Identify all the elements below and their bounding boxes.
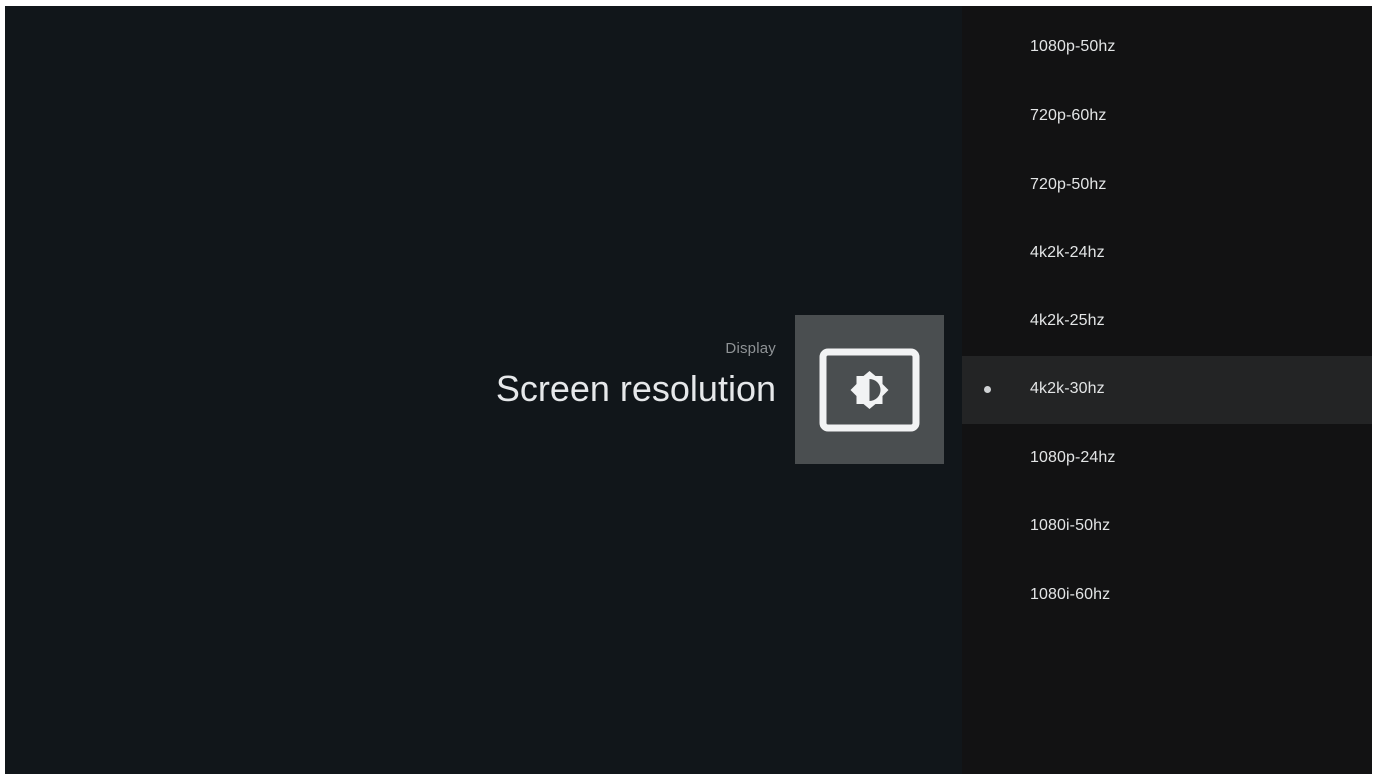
option-1080i-60hz[interactable]: 1080i-60hz	[962, 562, 1372, 630]
option-1080i-50hz[interactable]: 1080i-50hz	[962, 493, 1372, 561]
option-1080p-50hz[interactable]: 1080p-50hz	[962, 14, 1372, 82]
option-4k2k-25hz[interactable]: 4k2k-25hz	[962, 288, 1372, 356]
option-label: 1080p-24hz	[1030, 449, 1116, 466]
option-label: 4k2k-30hz	[1030, 380, 1105, 397]
option-4k2k-30hz[interactable]: 4k2k-30hz	[962, 356, 1372, 424]
page-title: Screen resolution	[495, 368, 776, 409]
display-icon-tile	[795, 315, 944, 464]
option-720p-60hz[interactable]: 720p-60hz	[962, 83, 1372, 151]
option-720p-50hz[interactable]: 720p-50hz	[962, 152, 1372, 220]
display-brightness-icon	[819, 348, 920, 432]
option-1080p-24hz[interactable]: 1080p-24hz	[962, 425, 1372, 493]
selected-radio-dot-icon	[984, 386, 991, 393]
option-label: 1080p-50hz	[1030, 38, 1116, 55]
tv-settings-screen: Display Screen resolution 1080p-50hz 720…	[5, 6, 1372, 774]
option-label: 1080i-60hz	[1030, 586, 1111, 603]
option-label: 720p-50hz	[1030, 176, 1107, 193]
option-4k2k-24hz[interactable]: 4k2k-24hz	[962, 220, 1372, 288]
option-label: 4k2k-24hz	[1030, 244, 1105, 261]
option-label: 4k2k-25hz	[1030, 312, 1105, 329]
resolution-options-list: 1080p-50hz 720p-60hz 720p-50hz 4k2k-24hz…	[962, 6, 1372, 774]
option-label: 1080i-50hz	[1030, 517, 1111, 534]
option-label: 720p-60hz	[1030, 107, 1107, 124]
guidance-pane: Display Screen resolution	[5, 6, 962, 774]
breadcrumb: Display	[725, 340, 776, 357]
